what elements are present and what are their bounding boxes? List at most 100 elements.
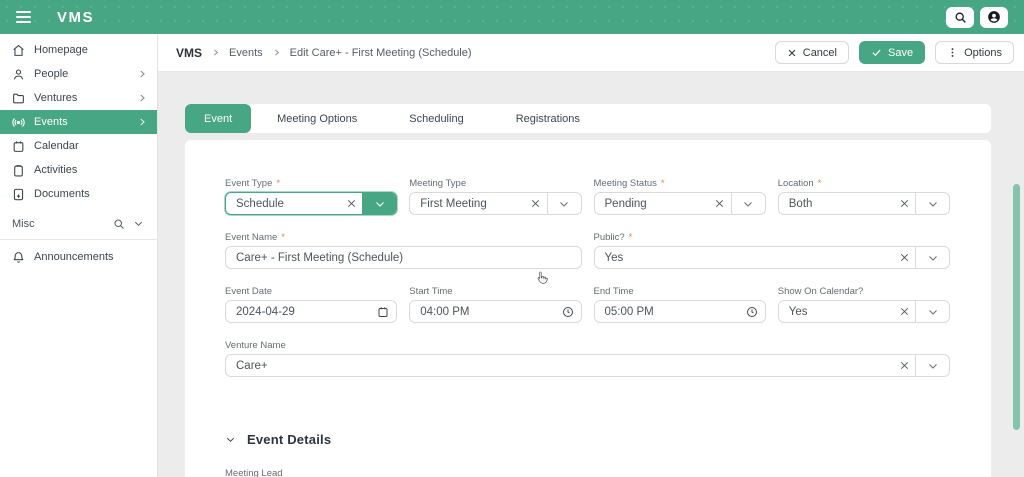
user-icon bbox=[987, 10, 1001, 24]
field-event-date: Event Date bbox=[225, 286, 397, 323]
venture-name-value: Care+ bbox=[226, 360, 893, 372]
required-asterisk: * bbox=[281, 232, 285, 243]
sidebar-item-activities[interactable]: Activities bbox=[0, 158, 157, 182]
clear-x-icon[interactable] bbox=[893, 306, 915, 317]
misc-section-header: Misc bbox=[0, 212, 157, 236]
field-venture-name: Venture Name Care+ bbox=[225, 340, 950, 377]
form-row-1: Event Type* Schedule Meeting Type First … bbox=[225, 178, 950, 215]
clear-x-icon[interactable] bbox=[893, 360, 915, 371]
start-time-input[interactable] bbox=[410, 306, 554, 318]
event-name-input[interactable] bbox=[226, 252, 581, 264]
sidebar-item-events[interactable]: Events bbox=[0, 110, 157, 134]
clock-icon[interactable] bbox=[555, 306, 581, 318]
show-on-calendar-combobox[interactable]: Yes bbox=[778, 300, 950, 323]
tab-meeting-options[interactable]: Meeting Options bbox=[251, 104, 383, 133]
chevron-right-icon bbox=[137, 69, 147, 79]
start-time-input-wrap bbox=[409, 300, 581, 323]
sidebar-item-homepage[interactable]: Homepage bbox=[0, 38, 157, 62]
event-date-input[interactable] bbox=[226, 306, 370, 318]
search-icon[interactable] bbox=[113, 218, 125, 230]
cancel-label: Cancel bbox=[803, 47, 837, 59]
page-actions: Cancel Save Options bbox=[775, 41, 1014, 64]
chevron-right-icon bbox=[137, 93, 147, 103]
breadcrumb-root[interactable]: VMS bbox=[176, 46, 202, 60]
clear-x-icon[interactable] bbox=[340, 198, 362, 209]
event-form-card: Event Type* Schedule Meeting Type First … bbox=[185, 140, 991, 477]
sidebar-item-calendar[interactable]: Calendar bbox=[0, 134, 157, 158]
search-button[interactable] bbox=[946, 7, 974, 28]
event-name-input-wrap bbox=[225, 246, 582, 269]
sidebar-divider bbox=[0, 239, 157, 240]
save-button[interactable]: Save bbox=[859, 41, 925, 64]
user-menu-button[interactable] bbox=[980, 7, 1008, 28]
cancel-button[interactable]: Cancel bbox=[775, 41, 849, 64]
sidebar-item-ventures[interactable]: Ventures bbox=[0, 86, 157, 110]
chevron-down-icon[interactable] bbox=[916, 192, 949, 215]
kebab-menu-icon bbox=[947, 47, 958, 58]
menu-icon[interactable] bbox=[10, 5, 40, 29]
clear-x-icon[interactable] bbox=[525, 198, 547, 209]
field-event-name: Event Name* bbox=[225, 232, 582, 269]
field-event-type: Event Type* Schedule bbox=[225, 178, 397, 215]
field-label: Meeting Lead bbox=[225, 468, 950, 477]
vertical-scrollbar-thumb[interactable] bbox=[1013, 184, 1020, 430]
chevron-right-icon bbox=[211, 48, 220, 57]
meeting-type-value: First Meeting bbox=[410, 198, 524, 210]
field-label: Public?* bbox=[594, 232, 951, 243]
breadcrumb-current-page: Edit Care+ - First Meeting (Schedule) bbox=[290, 47, 472, 59]
location-combobox[interactable]: Both bbox=[778, 192, 950, 215]
chevron-down-icon bbox=[225, 434, 236, 445]
field-meeting-type: Meeting Type First Meeting bbox=[409, 178, 581, 215]
end-time-input[interactable] bbox=[595, 306, 739, 318]
app-title: VMS bbox=[57, 9, 94, 26]
event-type-combobox[interactable]: Schedule bbox=[225, 192, 397, 215]
clear-x-icon[interactable] bbox=[709, 198, 731, 209]
sidebar-item-people[interactable]: People bbox=[0, 62, 157, 86]
top-header: VMS bbox=[0, 0, 1024, 34]
options-button[interactable]: Options bbox=[935, 41, 1014, 64]
tab-event[interactable]: Event bbox=[185, 104, 251, 133]
save-label: Save bbox=[888, 47, 913, 59]
clipboard-icon bbox=[12, 164, 25, 177]
sidebar-item-announcements[interactable]: Announcements bbox=[0, 245, 157, 269]
misc-label: Misc bbox=[12, 218, 105, 230]
person-icon bbox=[12, 68, 25, 81]
sidebar: Homepage People Ventures Events Calendar… bbox=[0, 34, 158, 477]
field-public: Public?* Yes bbox=[594, 232, 951, 269]
form-row-3: Event Date Start Time bbox=[225, 286, 950, 323]
clear-x-icon[interactable] bbox=[893, 252, 915, 263]
main-content: VMS Events Edit Care+ - First Meeting (S… bbox=[158, 34, 1024, 477]
tab-registrations[interactable]: Registrations bbox=[490, 104, 606, 133]
field-location: Location* Both bbox=[778, 178, 950, 215]
chevron-down-icon[interactable] bbox=[133, 218, 145, 230]
close-icon bbox=[787, 48, 797, 58]
chevron-down-icon[interactable] bbox=[916, 300, 949, 323]
chevron-down-icon[interactable] bbox=[732, 192, 765, 215]
field-label: Location* bbox=[778, 178, 950, 189]
field-show-on-calendar: Show On Calendar? Yes bbox=[778, 286, 950, 323]
chevron-down-icon[interactable] bbox=[363, 192, 396, 215]
public-value: Yes bbox=[595, 252, 894, 264]
sidebar-item-documents[interactable]: Documents bbox=[0, 182, 157, 206]
meeting-type-combobox[interactable]: First Meeting bbox=[409, 192, 581, 215]
breadcrumb-events[interactable]: Events bbox=[229, 47, 263, 59]
field-label: Start Time bbox=[409, 286, 581, 297]
meeting-status-combobox[interactable]: Pending bbox=[594, 192, 766, 215]
chevron-down-icon[interactable] bbox=[916, 246, 949, 269]
clock-icon[interactable] bbox=[739, 306, 765, 318]
search-icon bbox=[954, 11, 967, 24]
sidebar-item-label: Activities bbox=[34, 164, 147, 176]
field-meeting-lead: Meeting Lead bbox=[225, 468, 950, 477]
tab-scheduling[interactable]: Scheduling bbox=[383, 104, 489, 133]
chevron-down-icon[interactable] bbox=[916, 354, 949, 377]
document-icon bbox=[12, 188, 25, 201]
clear-x-icon[interactable] bbox=[893, 198, 915, 209]
venture-name-combobox[interactable]: Care+ bbox=[225, 354, 950, 377]
public-combobox[interactable]: Yes bbox=[594, 246, 951, 269]
calendar-icon[interactable] bbox=[370, 306, 396, 318]
vms-app: VMS Homepage People Ven bbox=[0, 0, 1024, 477]
event-details-section-header[interactable]: Event Details bbox=[225, 432, 950, 447]
form-row-2: Event Name* Public?* Yes bbox=[225, 232, 950, 269]
sidebar-item-label: Documents bbox=[34, 188, 147, 200]
chevron-down-icon[interactable] bbox=[548, 192, 581, 215]
